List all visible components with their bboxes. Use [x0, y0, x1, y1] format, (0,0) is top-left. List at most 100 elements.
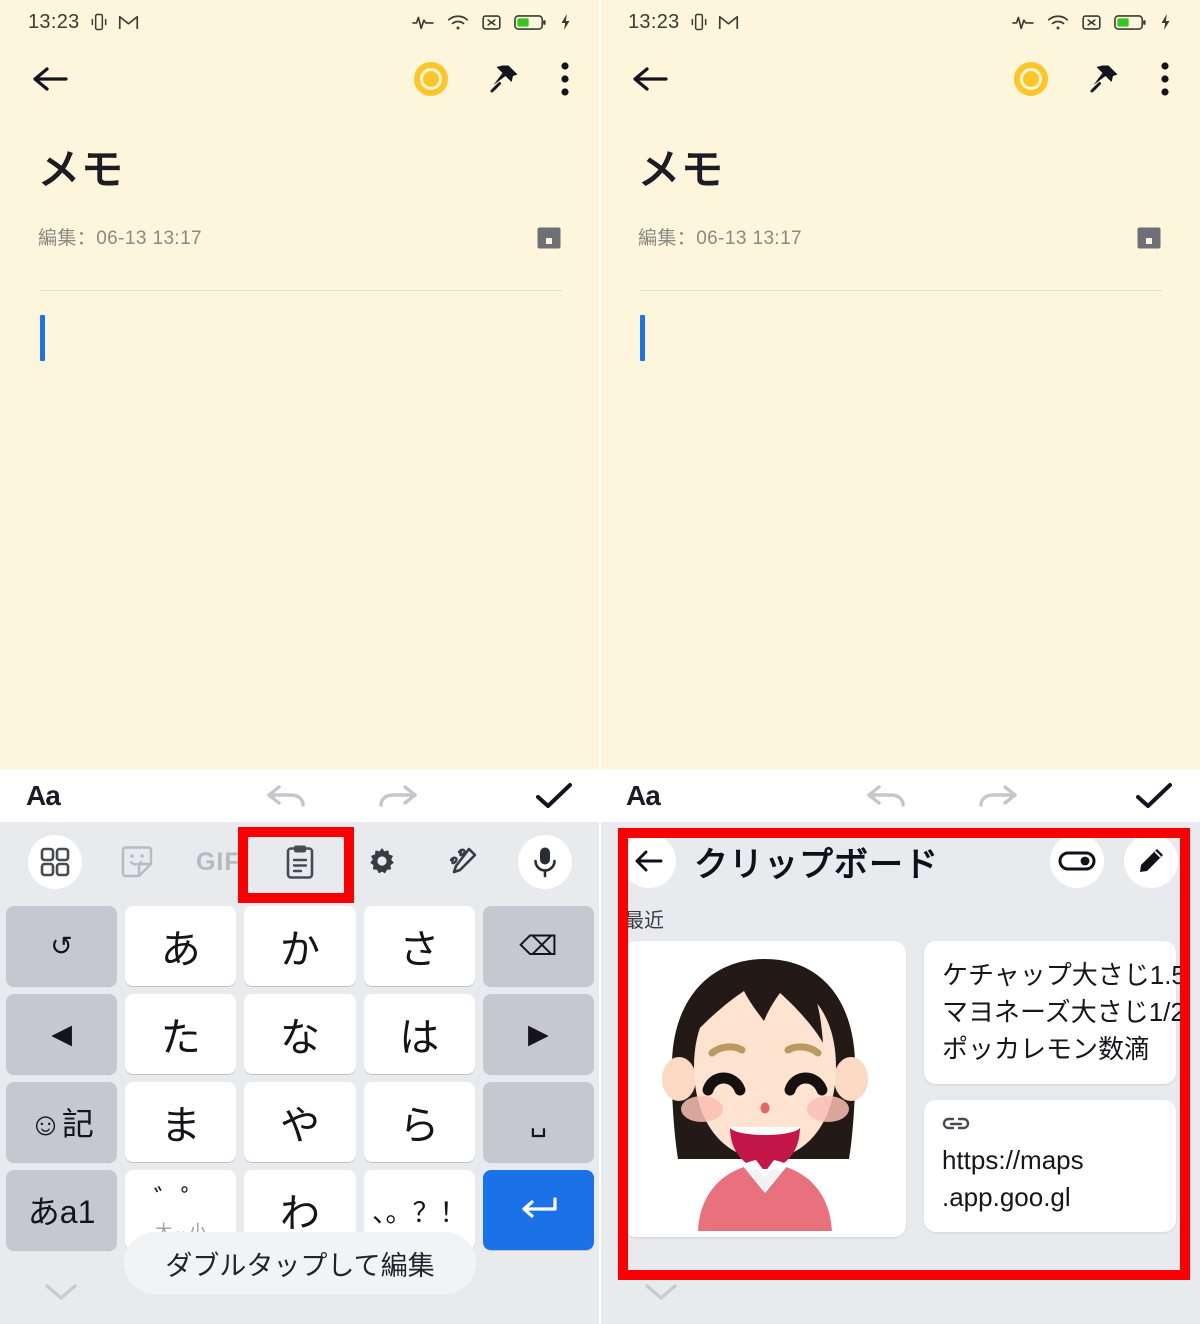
sticker-button[interactable]	[96, 822, 178, 902]
screenshot-root: 13:23 メモ 編集：06-13 13:17 Aa GIF ↺ あ か さ ⌫…	[0, 0, 1200, 1324]
no-sim-icon	[1082, 14, 1101, 31]
vibrate-icon	[89, 12, 109, 32]
status-bar-right	[412, 13, 572, 31]
app-bar-actions	[1014, 61, 1170, 97]
app-bar	[600, 44, 1200, 114]
text-cursor	[40, 315, 45, 361]
format-toolbar: Aa	[0, 770, 600, 822]
note-meta-row: 編集：06-13 13:17	[38, 223, 562, 250]
overflow-menu-icon[interactable]	[560, 61, 570, 97]
key-input-mode[interactable]: あa1	[6, 1170, 118, 1250]
charging-bolt-icon	[1159, 13, 1172, 31]
pin-icon[interactable]	[1086, 61, 1122, 97]
chevron-down-icon[interactable]	[644, 1282, 678, 1302]
note-title[interactable]: メモ	[638, 136, 1162, 197]
key-ta[interactable]: た	[125, 994, 237, 1074]
pin-icon[interactable]	[486, 61, 522, 97]
status-time: 13:23	[628, 10, 680, 33]
back-button[interactable]	[30, 64, 70, 94]
font-size-button[interactable]: Aa	[626, 780, 661, 812]
keyboard-toolbar: GIF	[0, 822, 600, 903]
clipboard-icon[interactable]	[284, 844, 316, 880]
back-button[interactable]	[630, 64, 670, 94]
apps-grid-icon[interactable]	[27, 835, 82, 889]
key-ya[interactable]: や	[244, 1082, 356, 1162]
done-check-icon[interactable]	[534, 781, 574, 811]
battery-icon	[514, 14, 546, 31]
undo-icon[interactable]	[865, 781, 909, 811]
key-emoji-symbol[interactable]: ☺記	[6, 1082, 118, 1162]
gmail-icon	[718, 13, 739, 31]
key-undo[interactable]: ↺	[6, 906, 118, 986]
left-screen: 13:23 メモ 編集：06-13 13:17 Aa GIF ↺ あ か さ ⌫…	[0, 0, 600, 1324]
note-edited-timestamp: 編集：06-13 13:17	[638, 228, 803, 249]
key-na[interactable]: な	[244, 994, 356, 1074]
note-meta-row: 編集：06-13 13:17	[638, 223, 1162, 250]
chevron-down-icon[interactable]	[44, 1282, 78, 1302]
status-bar-right	[1012, 13, 1172, 31]
undo-icon[interactable]	[265, 781, 309, 811]
handwriting-icon[interactable]	[447, 846, 479, 878]
settings-gear-icon[interactable]	[366, 846, 398, 878]
note-title[interactable]: メモ	[38, 136, 562, 197]
overflow-menu-icon[interactable]	[1160, 61, 1170, 97]
keyboard-row: ☺記 ま や ら ␣	[6, 1082, 595, 1162]
status-bar: 13:23	[0, 0, 600, 44]
key-a[interactable]: あ	[125, 906, 237, 986]
key-ka[interactable]: か	[244, 906, 356, 986]
app-bar-actions	[414, 61, 570, 97]
redo-icon[interactable]	[375, 781, 419, 811]
pulse-icon	[1012, 14, 1034, 30]
font-size-button[interactable]: Aa	[26, 780, 61, 812]
calendar-icon[interactable]	[1136, 224, 1162, 250]
note-edited-timestamp: 編集：06-13 13:17	[38, 228, 203, 249]
gif-icon[interactable]: GIF	[196, 848, 241, 877]
no-sim-icon	[482, 14, 501, 31]
clipboard-button[interactable]	[259, 822, 341, 902]
note-color-button[interactable]	[414, 62, 448, 96]
pulse-icon	[412, 14, 434, 30]
wifi-icon	[447, 14, 469, 31]
clipboard-highlight-frame	[618, 828, 1190, 1280]
keyboard-row: ↺ あ か さ ⌫	[6, 906, 595, 986]
status-bar-left: 13:23	[628, 11, 739, 34]
keyboard-keys: ↺ あ か さ ⌫ ◀ た な は ▶ ☺記 ま や ら ␣ あa1 ゛゜ わ …	[0, 902, 600, 1250]
voice-input-button[interactable]	[504, 822, 586, 902]
key-sa[interactable]: さ	[363, 906, 475, 986]
note-content: メモ 編集：06-13 13:17	[600, 114, 1200, 361]
settings-button[interactable]	[341, 822, 423, 902]
format-toolbar: Aa	[600, 770, 1200, 822]
vibrate-icon	[689, 12, 709, 32]
panel-divider	[599, 0, 601, 1324]
gmail-icon	[118, 13, 139, 31]
redo-icon[interactable]	[975, 781, 1019, 811]
gif-button[interactable]: GIF	[177, 822, 259, 902]
key-dakuten-label: ゛゜	[153, 1185, 208, 1215]
note-content: メモ 編集：06-13 13:17	[0, 114, 600, 361]
note-divider	[640, 290, 1162, 291]
key-backspace[interactable]: ⌫	[482, 906, 595, 986]
double-tap-tooltip: ダブルタップして編集	[124, 1232, 476, 1294]
key-left[interactable]: ◀	[6, 994, 118, 1074]
sticker-icon[interactable]	[120, 845, 154, 879]
handwriting-button[interactable]	[423, 822, 505, 902]
wifi-icon	[1047, 14, 1069, 31]
status-time: 13:23	[28, 10, 80, 33]
charging-bolt-icon	[559, 13, 572, 31]
key-enter[interactable]	[482, 1170, 595, 1250]
key-right[interactable]: ▶	[482, 994, 595, 1074]
calendar-icon[interactable]	[536, 224, 562, 250]
key-space[interactable]: ␣	[482, 1082, 595, 1162]
key-ra[interactable]: ら	[363, 1082, 475, 1162]
key-ha[interactable]: は	[363, 994, 475, 1074]
keyboard-row: ◀ た な は ▶	[6, 994, 595, 1074]
apps-grid-button[interactable]	[14, 822, 96, 902]
microphone-icon[interactable]	[518, 835, 573, 889]
status-bar: 13:23	[600, 0, 1200, 44]
status-bar-left: 13:23	[28, 11, 139, 34]
done-check-icon[interactable]	[1134, 781, 1174, 811]
key-ma[interactable]: ま	[125, 1082, 237, 1162]
app-bar	[0, 44, 600, 114]
note-color-button[interactable]	[1014, 62, 1048, 96]
battery-icon	[1114, 14, 1146, 31]
